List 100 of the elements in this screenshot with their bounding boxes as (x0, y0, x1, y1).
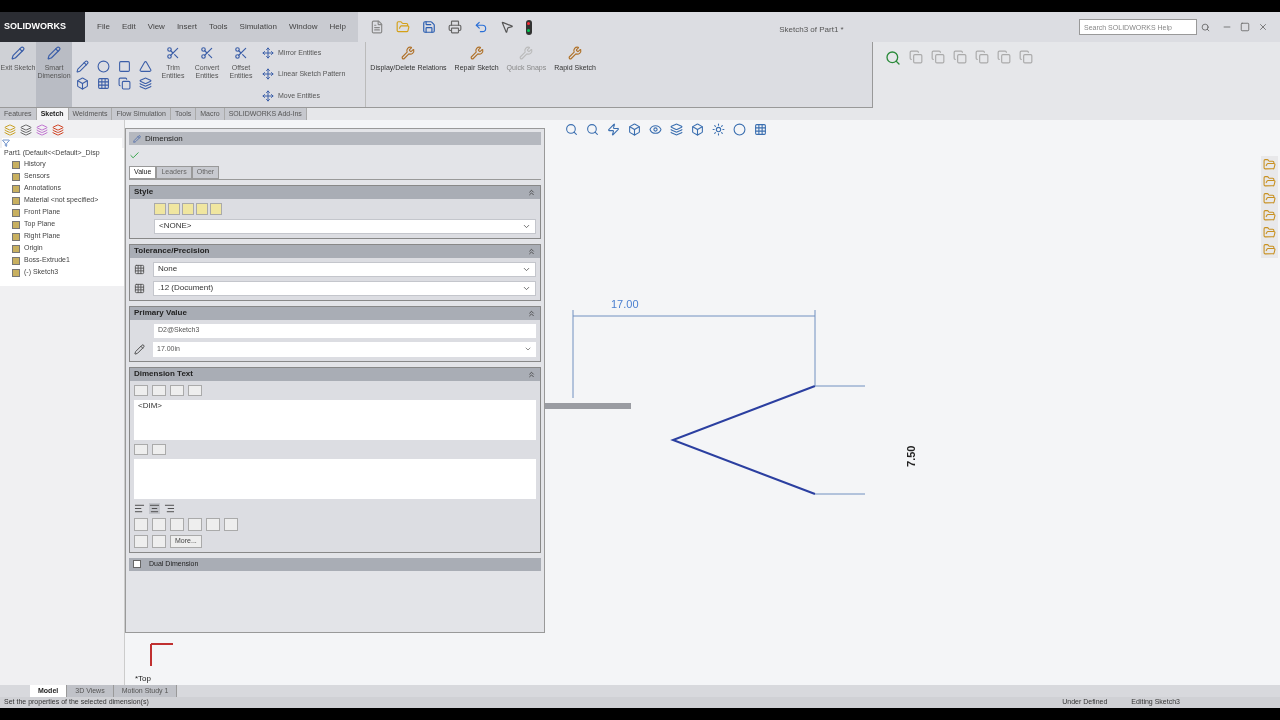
checkbox[interactable] (133, 560, 141, 568)
text-tool-icon[interactable] (152, 443, 166, 455)
task-pane-icon[interactable] (1263, 158, 1276, 171)
align-right-icon[interactable] (164, 502, 175, 514)
tolerance-icon (134, 263, 145, 275)
toolbar-icon[interactable] (997, 50, 1011, 64)
style-icon[interactable] (182, 202, 194, 215)
symbol-icon[interactable] (206, 517, 220, 531)
print-icon[interactable] (447, 20, 462, 34)
symbol-icon[interactable] (188, 517, 202, 531)
section-title: Primary Value (134, 307, 187, 319)
view-tool-icon[interactable] (586, 123, 599, 136)
style-icon[interactable] (154, 202, 166, 215)
move-arrows-icon (262, 68, 274, 81)
open-folder-icon[interactable] (395, 20, 410, 34)
new-document-icon[interactable] (369, 20, 384, 34)
style-icon[interactable] (168, 202, 180, 215)
view-tool-icon[interactable] (607, 123, 620, 136)
task-pane-icon[interactable] (1263, 209, 1276, 222)
style-icon[interactable] (196, 202, 208, 215)
save-icon[interactable] (421, 20, 436, 34)
filter-field[interactable] (2, 138, 122, 148)
menu-item[interactable]: Simulation (239, 21, 277, 33)
traffic-light-icon[interactable] (525, 19, 532, 35)
toolbar-icon[interactable] (909, 50, 923, 64)
view-tool-icon[interactable] (754, 123, 767, 136)
menu-item[interactable]: Edit (121, 21, 136, 33)
sketch-tool-icon[interactable] (97, 76, 110, 90)
menu-item[interactable]: View (147, 21, 165, 33)
task-pane-icon[interactable] (1263, 192, 1276, 205)
restore-icon[interactable] (1240, 22, 1250, 32)
wrench-icon (519, 46, 534, 60)
view-tool-icon[interactable] (712, 123, 725, 136)
wrench-icon (568, 46, 583, 60)
sketch-tool-icon[interactable] (139, 59, 152, 73)
view-tool-icon[interactable] (691, 123, 704, 136)
menu-item[interactable]: Help (329, 21, 346, 33)
view-tool-icon[interactable] (628, 123, 641, 136)
style-icon[interactable] (210, 202, 222, 215)
text-tool-icon[interactable] (134, 443, 148, 455)
align-center-icon[interactable] (149, 502, 160, 514)
sketch-tool-icon[interactable] (76, 59, 89, 73)
align-left-icon[interactable] (134, 502, 145, 514)
pencil-icon (11, 46, 25, 60)
logo: SOLIDWORKS (0, 12, 85, 42)
view-tool-icon[interactable] (649, 123, 662, 136)
search-icon[interactable] (885, 50, 901, 66)
view-label: *Top (135, 673, 151, 685)
collapse-icon[interactable] (527, 187, 536, 197)
task-pane-icon[interactable] (1263, 243, 1276, 256)
panel-tab-icon[interactable] (52, 124, 64, 136)
panel-tab-icon[interactable] (20, 124, 32, 136)
sketch-tool-icon[interactable] (139, 76, 152, 90)
sketch-tool-icon[interactable] (118, 59, 131, 73)
close-icon[interactable] (1258, 22, 1268, 32)
tolerance-dropdown[interactable]: None (153, 261, 536, 277)
pencil-icon (47, 46, 61, 60)
view-tool-icon[interactable] (670, 123, 683, 136)
menu-item[interactable]: Insert (176, 21, 197, 33)
sketch-tool-icon[interactable] (118, 76, 131, 90)
value-icon (134, 343, 145, 355)
panel-tab-icon[interactable] (36, 124, 48, 136)
scissors-icon (166, 46, 180, 60)
section-title: Tolerance/Precision (134, 245, 210, 257)
toolbar-icon[interactable] (931, 50, 945, 64)
collapse-icon[interactable] (527, 246, 536, 256)
toolbar-icon[interactable] (975, 50, 989, 64)
sketch-tool-icon[interactable] (76, 76, 89, 90)
collapse-icon[interactable] (527, 308, 536, 318)
task-pane-icon[interactable] (1263, 226, 1276, 239)
dimension-label[interactable]: 7.50 (903, 445, 920, 467)
menu-item[interactable]: Tools (208, 21, 228, 33)
symbol-icon[interactable] (224, 517, 238, 531)
symbol-icon[interactable] (134, 534, 148, 548)
collapse-icon[interactable] (527, 369, 536, 379)
sketch-tool-icon[interactable] (97, 59, 110, 73)
toolbar-icon[interactable] (953, 50, 967, 64)
precision-dropdown[interactable]: .12 (Document) (153, 280, 536, 296)
text-tool-icon[interactable] (134, 384, 148, 396)
search-icon[interactable] (1201, 22, 1210, 32)
text-tool-icon[interactable] (170, 384, 184, 396)
panel-tab-icon[interactable] (4, 124, 16, 136)
section-title: Dimension Text (134, 368, 193, 380)
text-tool-icon[interactable] (152, 384, 166, 396)
pencil-icon (133, 134, 141, 143)
symbol-icon[interactable] (152, 534, 166, 548)
undo-icon[interactable] (473, 20, 488, 34)
text-tool-icon[interactable] (188, 384, 202, 396)
dimension-label[interactable]: 17.00 (611, 296, 639, 313)
style-dropdown[interactable]: <NONE> (154, 218, 536, 234)
task-pane-icon[interactable] (1263, 175, 1276, 188)
document-title: Sketch3 of Part1 * (779, 25, 844, 34)
menu-item[interactable]: File (97, 21, 110, 33)
view-tool-icon[interactable] (733, 123, 746, 136)
dimension-text-area[interactable]: <DIM> (134, 399, 536, 440)
view-tool-icon[interactable] (565, 123, 578, 136)
menu-item[interactable]: Window (288, 21, 318, 33)
toolbar-icon[interactable] (1019, 50, 1033, 64)
ok-check-icon[interactable] (129, 150, 140, 161)
select-pointer-icon[interactable] (499, 20, 514, 34)
